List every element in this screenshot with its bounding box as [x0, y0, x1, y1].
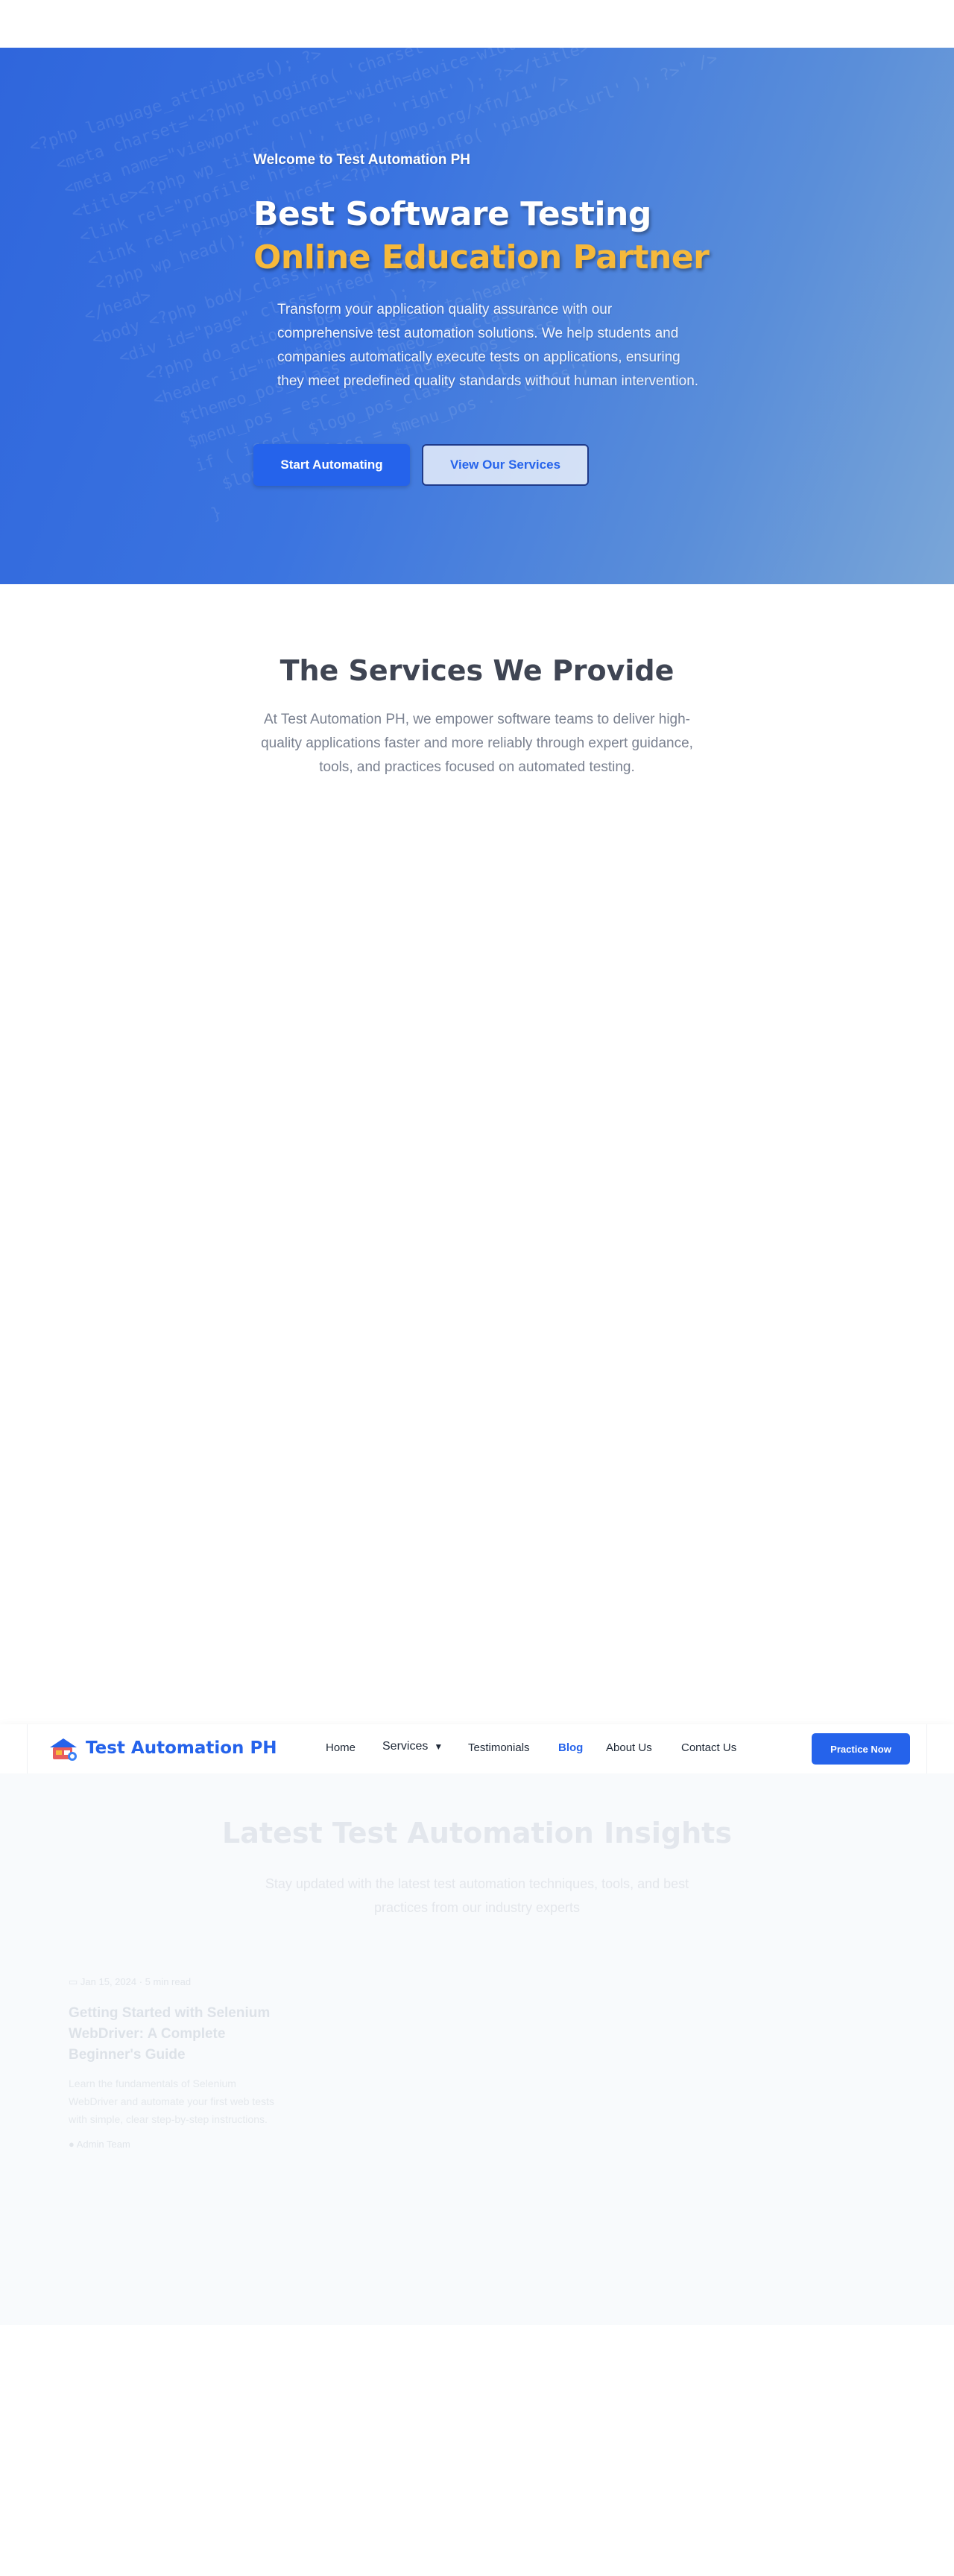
blog-section: Latest Test Automation Insights Stay upd… — [0, 1773, 954, 2325]
calendar-icon: ▭ — [69, 1976, 78, 1987]
navbar-inner: Test Automation PH Home Services ▼ Testim… — [27, 1724, 927, 1773]
services-description: At Test Automation PH, we empower softwa… — [261, 712, 693, 775]
hero-section: <?php language_attributes(); ?> <meta ch… — [0, 48, 954, 584]
logo-icon[interactable] — [47, 1734, 80, 1764]
start-automating-button[interactable]: Start Automating — [253, 444, 410, 486]
post-date: Jan 15, 2024 · 5 min read — [80, 1976, 192, 1987]
post-title[interactable]: Getting Started with Selenium WebDriver:… — [69, 2003, 285, 2066]
navbar: Test Automation PH Home Services ▼ Testim… — [0, 1724, 954, 1773]
brand-name[interactable]: Test Automation PH — [86, 1738, 277, 1758]
user-icon: ● — [69, 2139, 75, 2150]
post-date-row: ▭ Jan 15, 2024 · 5 min read — [69, 1976, 285, 1993]
nav-home[interactable]: Home — [326, 1741, 356, 1754]
services-title: The Services We Provide — [279, 654, 675, 687]
post-author-row: ● Admin Team — [69, 2139, 285, 2150]
nav-contact[interactable]: Contact Us — [681, 1741, 736, 1754]
blog-description: Stay updated with the latest test automa… — [265, 1876, 689, 1915]
nav-blog[interactable]: Blog — [558, 1741, 583, 1754]
hero-welcome: Welcome to Test Automation PH — [253, 152, 471, 168]
view-services-button[interactable]: View Our Services — [422, 444, 589, 486]
nav-testimonials[interactable]: Testimonials — [468, 1741, 530, 1754]
services-section: The Services We Provide At Test Automati… — [0, 584, 954, 1724]
chevron-down-icon: ▼ — [434, 1741, 443, 1752]
hero-title-line2: Online Education Partner — [253, 238, 710, 276]
blog-post-card[interactable]: ▭ Jan 15, 2024 · 5 min read Getting Star… — [69, 1976, 285, 2150]
hero-description: Transform your application quality assur… — [277, 302, 699, 389]
nav-services[interactable]: Services ▼ — [382, 1740, 443, 1753]
nav-about[interactable]: About Us — [606, 1741, 652, 1754]
post-author: Admin Team — [76, 2139, 130, 2150]
nav-services-label: Services — [382, 1740, 429, 1753]
hero-title-line1: Best Software Testing — [253, 195, 651, 233]
blog-title: Latest Test Automation Insights — [222, 1817, 732, 1849]
practice-now-button[interactable]: Practice Now — [812, 1733, 910, 1765]
post-excerpt: Learn the fundamentals of Selenium WebDr… — [69, 2077, 274, 2125]
